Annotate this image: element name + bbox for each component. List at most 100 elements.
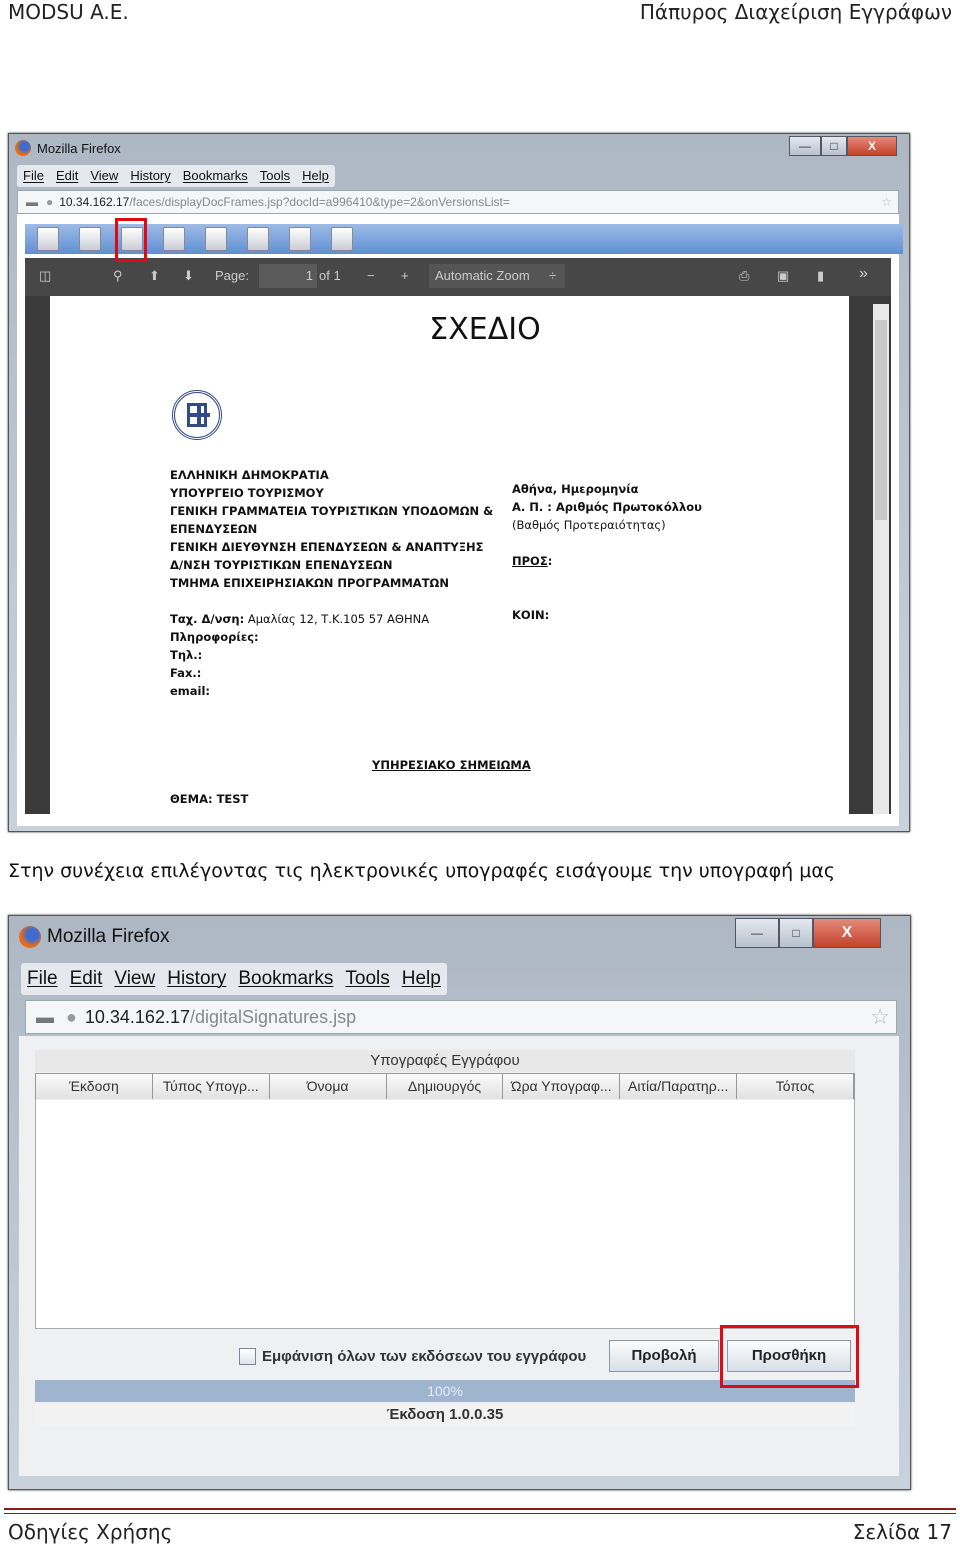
url-path: /digitalSignatures.jsp <box>189 1006 357 1027</box>
zoom-out-button[interactable]: − <box>367 268 375 283</box>
menu-edit[interactable]: Edit <box>56 165 78 187</box>
column-header[interactable]: Τόπος <box>737 1074 854 1099</box>
zoom-in-button[interactable]: + <box>401 268 409 283</box>
globe-icon: ● <box>66 1006 77 1027</box>
window-title: Mozilla Firefox <box>37 140 121 156</box>
header-right: Πάπυρος Διαχείριση Εγγράφων <box>639 0 952 24</box>
organization-line: Δ/ΝΣΗ ΤΟΥΡΙΣΤΙΚΩΝ ΕΠΕΝΔΥΣΕΩΝ <box>170 558 393 572</box>
add-document-icon[interactable] <box>163 227 185 251</box>
organization-line: ΥΠΟΥΡΓΕΙΟ ΤΟΥΡΙΣΜΟΥ <box>170 486 324 500</box>
table-body[interactable] <box>35 1100 855 1329</box>
menu-history[interactable]: History <box>167 963 226 995</box>
window-title: Mozilla Firefox <box>47 926 170 947</box>
column-header[interactable]: Ώρα Υπογραφ... <box>503 1074 621 1099</box>
bookmark-star-icon[interactable]: ☆ <box>870 1004 890 1030</box>
minimize-button[interactable]: — <box>789 136 821 156</box>
highlight-box-add <box>720 1325 859 1388</box>
organization-line: ΕΠΕΝΔΥΣΕΩΝ <box>170 522 258 536</box>
maximize-button[interactable]: □ <box>779 918 813 948</box>
bookmark-icon[interactable]: ▮ <box>817 268 824 284</box>
page-icon[interactable] <box>247 227 269 251</box>
organization-line: ΤΜΗΜΑ ΕΠΙΧΕΙΡΗΣΙΑΚΩΝ ΠΡΟΓΡΑΜΜΑΤΩΝ <box>170 576 449 590</box>
organization-line: ΓΕΝΙΚΗ ΔΙΕΥΘΥΝΣΗ ΕΠΕΝΔΥΣΕΩΝ & ΑΝΑΠΤΥΞΗΣ <box>170 540 484 554</box>
contact-block: Πληροφορίες: Τηλ.: Fax.: email: <box>170 628 259 700</box>
next-page-icon[interactable]: ⬇ <box>183 268 194 284</box>
bookmark-star-icon[interactable]: ☆ <box>881 195 892 209</box>
add-attachment-icon[interactable] <box>205 227 227 251</box>
title-bar: Mozilla Firefox <box>15 140 121 156</box>
zoom-value: Automatic Zoom <box>435 268 530 283</box>
menu-view[interactable]: View <box>90 165 118 187</box>
column-header[interactable]: Αιτία/Παρατηρ... <box>620 1074 738 1099</box>
column-header[interactable]: Δημιουργός <box>386 1074 504 1099</box>
protocol-line: Α. Π. : Αριθμός Πρωτοκόλλου <box>512 500 702 514</box>
organization-line: ΓΕΝΙΚΗ ΓΡΑΜΜΑΤΕΙΑ ΤΟΥΡΙΣΤΙΚΩΝ ΥΠΟΔΟΜΩΝ & <box>170 504 494 518</box>
show-all-versions[interactable]: Εμφάνιση όλων των εκδόσεων του εγγράφου <box>239 1348 586 1365</box>
address-bar[interactable]: ▬ ● 10.34.162.17/faces/displayDocFrames.… <box>17 190 899 214</box>
to-line: ΠΡΟΣ: <box>512 552 552 570</box>
column-header[interactable]: Όνομα <box>269 1074 387 1099</box>
maximize-button[interactable]: □ <box>821 136 847 156</box>
app-toolbar <box>25 224 903 254</box>
firefox-icon <box>19 926 41 948</box>
close-button[interactable]: X <box>813 918 881 948</box>
menu-bar: File Edit View History Bookmarks Tools Help <box>21 963 447 995</box>
highlight-box-signature <box>115 218 147 262</box>
to-colon: : <box>547 554 553 568</box>
check-icon[interactable] <box>331 227 353 251</box>
minimize-button[interactable]: — <box>735 918 779 948</box>
address-line: Ταχ. Δ/νση: Αμαλίας 12, Τ.Κ.105 57 ΑΘΗΝΑ <box>170 610 429 628</box>
signatures-applet: Υπογραφές Εγγράφου Έκδοση Τύπος Υπογρ... Ό… <box>19 1036 899 1476</box>
address-bar[interactable]: ▬ ● 10.34.162.17/digitalSignatures.jsp ☆ <box>25 1000 897 1034</box>
menu-tools[interactable]: Tools <box>260 165 290 187</box>
version-label: Έκδοση 1.0.0.35 <box>35 1404 855 1426</box>
memo-heading: ΥΠΗΡΕΣΙΑΚΟ ΣΗΜΕΙΩΜΑ <box>372 758 531 772</box>
menu-view[interactable]: View <box>114 963 155 995</box>
previous-page-icon[interactable]: ⬆ <box>149 268 160 284</box>
menu-help[interactable]: Help <box>402 963 441 995</box>
subject-line: ΘΕΜΑ: TEST <box>170 792 249 806</box>
column-header[interactable]: Έκδοση <box>36 1074 153 1099</box>
menu-file[interactable]: File <box>27 963 58 995</box>
menu-file[interactable]: File <box>23 165 44 187</box>
eye-icon[interactable] <box>79 227 101 251</box>
url-host: 10.34.162.17 <box>59 195 130 209</box>
date-line: Αθήνα, Ημερομηνία <box>512 482 639 496</box>
menu-edit[interactable]: Edit <box>70 963 103 995</box>
address-value: Αμαλίας 12, Τ.Κ.105 57 ΑΘΗΝΑ <box>244 612 430 626</box>
window-controls: — □ X <box>789 136 897 156</box>
checkbox-label: Εμφάνιση όλων των εκδόσεων του εγγράφου <box>262 1348 587 1365</box>
close-button[interactable]: X <box>847 136 897 156</box>
document-icon[interactable] <box>37 227 59 251</box>
menu-history[interactable]: History <box>130 165 170 187</box>
page-label: Page: <box>215 268 249 283</box>
header-left: MODSU A.E. <box>8 0 129 24</box>
print-icon[interactable]: ⎙ <box>739 268 749 284</box>
footer-left: Οδηγίες Χρήσης <box>8 1520 173 1544</box>
table-header: Έκδοση Τύπος Υπογρ... Όνομα Δημιουργός Ώρα Υ… <box>35 1073 855 1101</box>
tools-more-button[interactable]: » <box>859 265 868 283</box>
priority-line: (Βαθμός Προτεραιότητας) <box>512 518 666 532</box>
edit-icon[interactable] <box>289 227 311 251</box>
contact-label: email: <box>170 684 211 698</box>
menu-bookmarks[interactable]: Bookmarks <box>183 165 248 187</box>
url-path: /faces/displayDocFrames.jsp?docId=a99641… <box>129 195 510 209</box>
sidebar-toggle-icon[interactable]: ◫ <box>39 268 51 284</box>
contact-label: Τηλ.: <box>170 648 203 662</box>
zoom-select[interactable]: Automatic Zoom <box>429 264 565 288</box>
pdf-page: ΣΧΕΔΙΟ ΕΛΛΗΝΙΚΗ ΔΗΜΟΚΡΑΤΙΑ ΥΠΟΥΡΓΕΙΟ ΤΟΥΡ… <box>50 296 849 814</box>
column-header[interactable]: Τύπος Υπογρ... <box>152 1074 270 1099</box>
search-icon[interactable]: ⚲ <box>113 268 123 284</box>
page-number-input[interactable]: 1 <box>259 264 317 288</box>
contact-label: Fax.: <box>170 666 202 680</box>
scrollbar[interactable] <box>873 304 889 814</box>
to-label: ΠΡΟΣ <box>512 554 548 568</box>
download-icon[interactable]: ▣ <box>777 268 789 284</box>
menu-tools[interactable]: Tools <box>345 963 389 995</box>
menu-bar: File Edit View History Bookmarks Tools Help <box>17 165 335 187</box>
menu-bookmarks[interactable]: Bookmarks <box>238 963 333 995</box>
menu-help[interactable]: Help <box>302 165 329 187</box>
view-button[interactable]: Προβολή <box>609 1340 719 1372</box>
organization-block: ΕΛΛΗΝΙΚΗ ΔΗΜΟΚΡΑΤΙΑ ΥΠΟΥΡΓΕΙΟ ΤΟΥΡΙΣΜΟΥ ΓΕ… <box>170 466 493 592</box>
checkbox[interactable] <box>239 1348 256 1365</box>
